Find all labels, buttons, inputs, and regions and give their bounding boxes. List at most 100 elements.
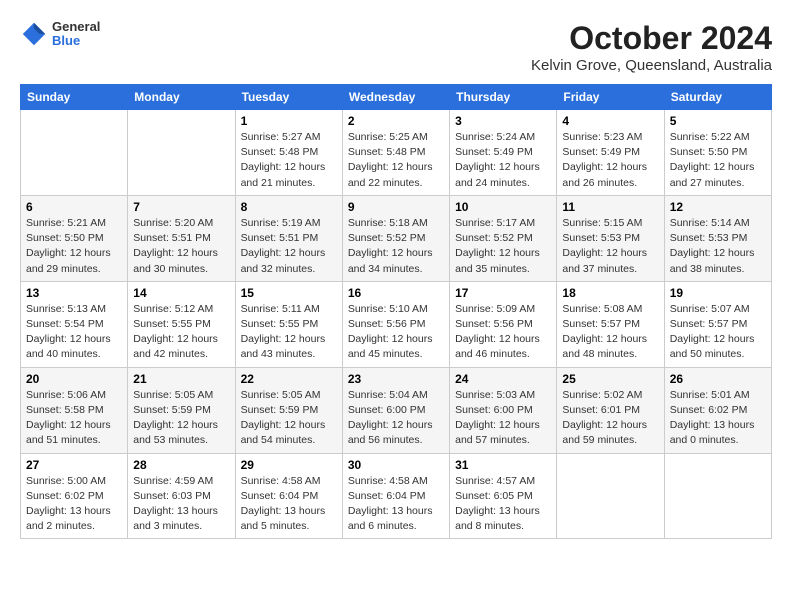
day-number: 13 <box>26 286 122 300</box>
day-number: 27 <box>26 458 122 472</box>
day-number: 28 <box>133 458 229 472</box>
day-cell: 7Sunrise: 5:20 AM Sunset: 5:51 PM Daylig… <box>128 195 235 281</box>
day-number: 15 <box>241 286 337 300</box>
day-info: Sunrise: 5:21 AM Sunset: 5:50 PM Dayligh… <box>26 216 122 277</box>
day-info: Sunrise: 5:08 AM Sunset: 5:57 PM Dayligh… <box>562 302 658 363</box>
header-cell-thursday: Thursday <box>450 85 557 110</box>
day-number: 2 <box>348 114 444 128</box>
day-number: 1 <box>241 114 337 128</box>
day-number: 12 <box>670 200 766 214</box>
day-number: 5 <box>670 114 766 128</box>
day-number: 3 <box>455 114 551 128</box>
day-cell: 8 Sunrise: 5:19 AM Sunset: 5:51 PM Daylig… <box>235 195 342 281</box>
day-number: 31 <box>455 458 551 472</box>
day-cell: 30Sunrise: 4:58 AM Sunset: 6:04 PM Dayli… <box>342 453 449 539</box>
day-number: 23 <box>348 372 444 386</box>
day-info: Sunrise: 4:58 AM Sunset: 6:04 PM Dayligh… <box>348 474 444 535</box>
day-number: 20 <box>26 372 122 386</box>
day-cell: 10 Sunrise: 5:17 AM Sunset: 5:52 PM Dayli… <box>450 195 557 281</box>
day-info: Sunrise: 5:01 AM Sunset: 6:02 PM Dayligh… <box>670 388 766 449</box>
day-info: Sunrise: 5:14 AM Sunset: 5:53 PM Dayligh… <box>670 216 766 277</box>
day-number: 29 <box>241 458 337 472</box>
day-number: 6 <box>26 200 122 214</box>
logo-icon <box>20 20 48 48</box>
logo: General Blue <box>20 20 100 49</box>
day-info: Sunrise: 5:02 AM Sunset: 6:01 PM Dayligh… <box>562 388 658 449</box>
day-info: Sunrise: 5:09 AM Sunset: 5:56 PM Dayligh… <box>455 302 551 363</box>
day-cell: 1Sunrise: 5:27 AM Sunset: 5:48 PM Daylig… <box>235 110 342 196</box>
logo-text: General Blue <box>52 20 100 49</box>
day-cell: 5Sunrise: 5:22 AM Sunset: 5:50 PM Daylig… <box>664 110 771 196</box>
day-number: 21 <box>133 372 229 386</box>
day-cell: 21 Sunrise: 5:05 AM Sunset: 5:59 PM Dayli… <box>128 367 235 453</box>
day-cell: 19Sunrise: 5:07 AM Sunset: 5:57 PM Dayli… <box>664 281 771 367</box>
day-number: 19 <box>670 286 766 300</box>
day-number: 22 <box>241 372 337 386</box>
day-number: 24 <box>455 372 551 386</box>
day-info: Sunrise: 5:19 AM Sunset: 5:51 PM Dayligh… <box>241 216 337 277</box>
day-info: Sunrise: 5:04 AM Sunset: 6:00 PM Dayligh… <box>348 388 444 449</box>
logo-general: General <box>52 20 100 34</box>
day-cell: 11Sunrise: 5:15 AM Sunset: 5:53 PM Dayli… <box>557 195 664 281</box>
day-info: Sunrise: 5:05 AM Sunset: 5:59 PM Dayligh… <box>133 388 229 449</box>
day-cell: 27 Sunrise: 5:00 AM Sunset: 6:02 PM Dayli… <box>21 453 128 539</box>
day-cell: 26 Sunrise: 5:01 AM Sunset: 6:02 PM Dayli… <box>664 367 771 453</box>
header-cell-wednesday: Wednesday <box>342 85 449 110</box>
day-info: Sunrise: 5:23 AM Sunset: 5:49 PM Dayligh… <box>562 130 658 191</box>
day-info: Sunrise: 5:00 AM Sunset: 6:02 PM Dayligh… <box>26 474 122 535</box>
day-number: 9 <box>348 200 444 214</box>
day-info: Sunrise: 5:18 AM Sunset: 5:52 PM Dayligh… <box>348 216 444 277</box>
day-number: 25 <box>562 372 658 386</box>
day-info: Sunrise: 5:11 AM Sunset: 5:55 PM Dayligh… <box>241 302 337 363</box>
calendar-body: 1Sunrise: 5:27 AM Sunset: 5:48 PM Daylig… <box>21 110 772 539</box>
day-info: Sunrise: 5:20 AM Sunset: 5:51 PM Dayligh… <box>133 216 229 277</box>
day-cell: 25 Sunrise: 5:02 AM Sunset: 6:01 PM Dayli… <box>557 367 664 453</box>
day-cell: 28Sunrise: 4:59 AM Sunset: 6:03 PM Dayli… <box>128 453 235 539</box>
header-cell-tuesday: Tuesday <box>235 85 342 110</box>
day-cell: 17Sunrise: 5:09 AM Sunset: 5:56 PM Dayli… <box>450 281 557 367</box>
day-info: Sunrise: 5:06 AM Sunset: 5:58 PM Dayligh… <box>26 388 122 449</box>
day-info: Sunrise: 5:03 AM Sunset: 6:00 PM Dayligh… <box>455 388 551 449</box>
day-info: Sunrise: 5:12 AM Sunset: 5:55 PM Dayligh… <box>133 302 229 363</box>
day-number: 10 <box>455 200 551 214</box>
day-cell: 18 Sunrise: 5:08 AM Sunset: 5:57 PM Dayli… <box>557 281 664 367</box>
week-row-4: 20 Sunrise: 5:06 AM Sunset: 5:58 PM Dayli… <box>21 367 772 453</box>
day-cell: 23 Sunrise: 5:04 AM Sunset: 6:00 PM Dayli… <box>342 367 449 453</box>
day-cell: 15 Sunrise: 5:11 AM Sunset: 5:55 PM Dayli… <box>235 281 342 367</box>
day-cell <box>21 110 128 196</box>
day-info: Sunrise: 5:13 AM Sunset: 5:54 PM Dayligh… <box>26 302 122 363</box>
day-cell: 6 Sunrise: 5:21 AM Sunset: 5:50 PM Daylig… <box>21 195 128 281</box>
day-cell <box>557 453 664 539</box>
day-cell: 16Sunrise: 5:10 AM Sunset: 5:56 PM Dayli… <box>342 281 449 367</box>
day-cell <box>664 453 771 539</box>
day-cell: 9 Sunrise: 5:18 AM Sunset: 5:52 PM Daylig… <box>342 195 449 281</box>
day-info: Sunrise: 5:25 AM Sunset: 5:48 PM Dayligh… <box>348 130 444 191</box>
day-info: Sunrise: 5:17 AM Sunset: 5:52 PM Dayligh… <box>455 216 551 277</box>
week-row-3: 13 Sunrise: 5:13 AM Sunset: 5:54 PM Dayli… <box>21 281 772 367</box>
calendar-title: October 2024 <box>531 20 772 57</box>
day-cell: 20 Sunrise: 5:06 AM Sunset: 5:58 PM Dayli… <box>21 367 128 453</box>
day-info: Sunrise: 4:57 AM Sunset: 6:05 PM Dayligh… <box>455 474 551 535</box>
header-row: SundayMondayTuesdayWednesdayThursdayFrid… <box>21 85 772 110</box>
day-cell: 12 Sunrise: 5:14 AM Sunset: 5:53 PM Dayli… <box>664 195 771 281</box>
week-row-2: 6 Sunrise: 5:21 AM Sunset: 5:50 PM Daylig… <box>21 195 772 281</box>
logo-blue: Blue <box>52 34 100 48</box>
day-cell <box>128 110 235 196</box>
day-cell: 13 Sunrise: 5:13 AM Sunset: 5:54 PM Dayli… <box>21 281 128 367</box>
header-cell-saturday: Saturday <box>664 85 771 110</box>
header-cell-monday: Monday <box>128 85 235 110</box>
day-info: Sunrise: 5:24 AM Sunset: 5:49 PM Dayligh… <box>455 130 551 191</box>
day-cell: 4 Sunrise: 5:23 AM Sunset: 5:49 PM Daylig… <box>557 110 664 196</box>
day-info: Sunrise: 5:10 AM Sunset: 5:56 PM Dayligh… <box>348 302 444 363</box>
day-cell: 3 Sunrise: 5:24 AM Sunset: 5:49 PM Daylig… <box>450 110 557 196</box>
day-number: 26 <box>670 372 766 386</box>
day-info: Sunrise: 4:58 AM Sunset: 6:04 PM Dayligh… <box>241 474 337 535</box>
day-cell: 2 Sunrise: 5:25 AM Sunset: 5:48 PM Daylig… <box>342 110 449 196</box>
day-info: Sunrise: 5:15 AM Sunset: 5:53 PM Dayligh… <box>562 216 658 277</box>
day-number: 18 <box>562 286 658 300</box>
day-number: 4 <box>562 114 658 128</box>
week-row-1: 1Sunrise: 5:27 AM Sunset: 5:48 PM Daylig… <box>21 110 772 196</box>
header-cell-friday: Friday <box>557 85 664 110</box>
day-number: 8 <box>241 200 337 214</box>
day-cell: 14Sunrise: 5:12 AM Sunset: 5:55 PM Dayli… <box>128 281 235 367</box>
